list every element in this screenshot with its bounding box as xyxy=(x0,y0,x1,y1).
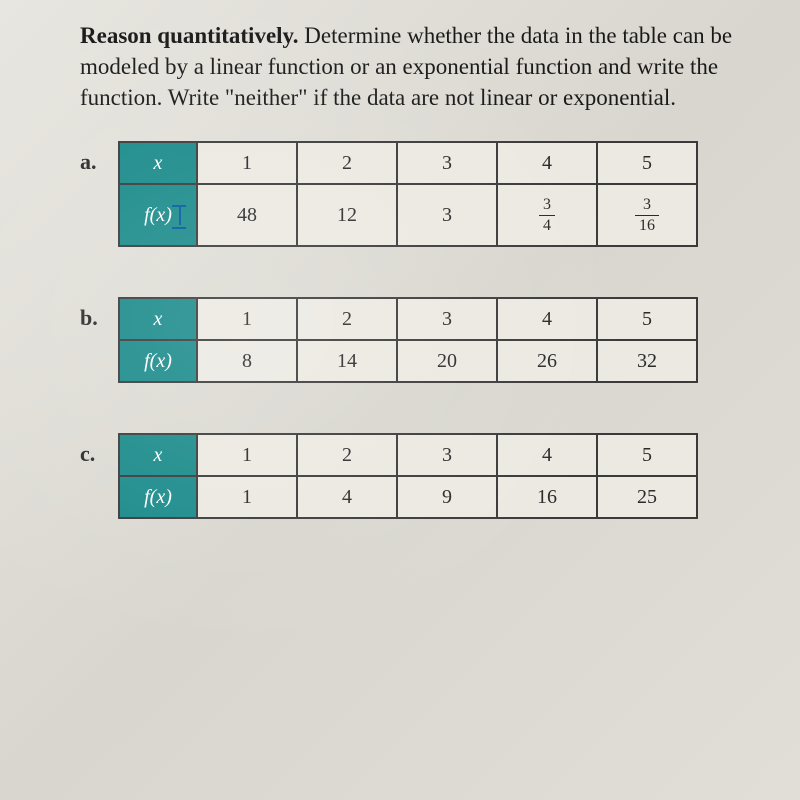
row-header-fx: f(x) xyxy=(119,476,197,518)
table-cell: 32 xyxy=(597,340,697,382)
problem-c: c.x12345f(x)1491625 xyxy=(80,433,740,519)
table-cell: 2 xyxy=(297,142,397,184)
data-table: x12345f(x)814202632 xyxy=(118,297,698,383)
fraction-denominator: 16 xyxy=(635,216,659,234)
table-row: f(x)1491625 xyxy=(119,476,697,518)
table-cell: 25 xyxy=(597,476,697,518)
table-row: x12345 xyxy=(119,142,697,184)
problem-a: a.x12345f(x)4812334316 xyxy=(80,141,740,247)
fraction: 34 xyxy=(539,197,555,234)
table-cell: 26 xyxy=(497,340,597,382)
question-prompt: Reason quantitatively. Determine whether… xyxy=(80,20,740,113)
fraction-numerator: 3 xyxy=(635,197,659,216)
table-cell: 4 xyxy=(497,142,597,184)
table-cell: 3 xyxy=(397,142,497,184)
table-cell: 20 xyxy=(397,340,497,382)
table-row: x12345 xyxy=(119,298,697,340)
table-cell: 4 xyxy=(497,298,597,340)
table-cell: 5 xyxy=(597,434,697,476)
table-cell: 1 xyxy=(197,298,297,340)
table-cell: 4 xyxy=(497,434,597,476)
table-cell: 34 xyxy=(497,184,597,246)
table-row: x12345 xyxy=(119,434,697,476)
fraction: 316 xyxy=(635,197,659,234)
table-cell: 12 xyxy=(297,184,397,246)
table-row: f(x)4812334316 xyxy=(119,184,697,246)
table-cell: 2 xyxy=(297,434,397,476)
table-cell: 8 xyxy=(197,340,297,382)
table-cell: 2 xyxy=(297,298,397,340)
data-table: x12345f(x)4812334316 xyxy=(118,141,698,247)
data-table: x12345f(x)1491625 xyxy=(118,433,698,519)
table-cell: 1 xyxy=(197,434,297,476)
row-header-x: x xyxy=(119,434,197,476)
table-cell: 48 xyxy=(197,184,297,246)
table-row: f(x)814202632 xyxy=(119,340,697,382)
table-cell: 9 xyxy=(397,476,497,518)
table-cell: 4 xyxy=(297,476,397,518)
table-cell: 1 xyxy=(197,476,297,518)
problem-b: b.x12345f(x)814202632 xyxy=(80,297,740,383)
text-cursor-icon: f(x) xyxy=(144,204,172,227)
problem-label: b. xyxy=(80,305,106,331)
table-cell: 16 xyxy=(497,476,597,518)
fraction-denominator: 4 xyxy=(539,216,555,234)
prompt-bold: Reason quantitatively. xyxy=(80,23,299,48)
fraction-numerator: 3 xyxy=(539,197,555,216)
table-cell: 1 xyxy=(197,142,297,184)
table-cell: 14 xyxy=(297,340,397,382)
table-cell: 5 xyxy=(597,298,697,340)
table-cell: 3 xyxy=(397,434,497,476)
row-header-x: x xyxy=(119,298,197,340)
problem-label: a. xyxy=(80,149,106,175)
table-cell: 3 xyxy=(397,298,497,340)
table-cell: 3 xyxy=(397,184,497,246)
row-header-fx: f(x) xyxy=(119,184,197,246)
problem-label: c. xyxy=(80,441,106,467)
table-cell: 316 xyxy=(597,184,697,246)
row-header-x: x xyxy=(119,142,197,184)
row-header-fx: f(x) xyxy=(119,340,197,382)
table-cell: 5 xyxy=(597,142,697,184)
